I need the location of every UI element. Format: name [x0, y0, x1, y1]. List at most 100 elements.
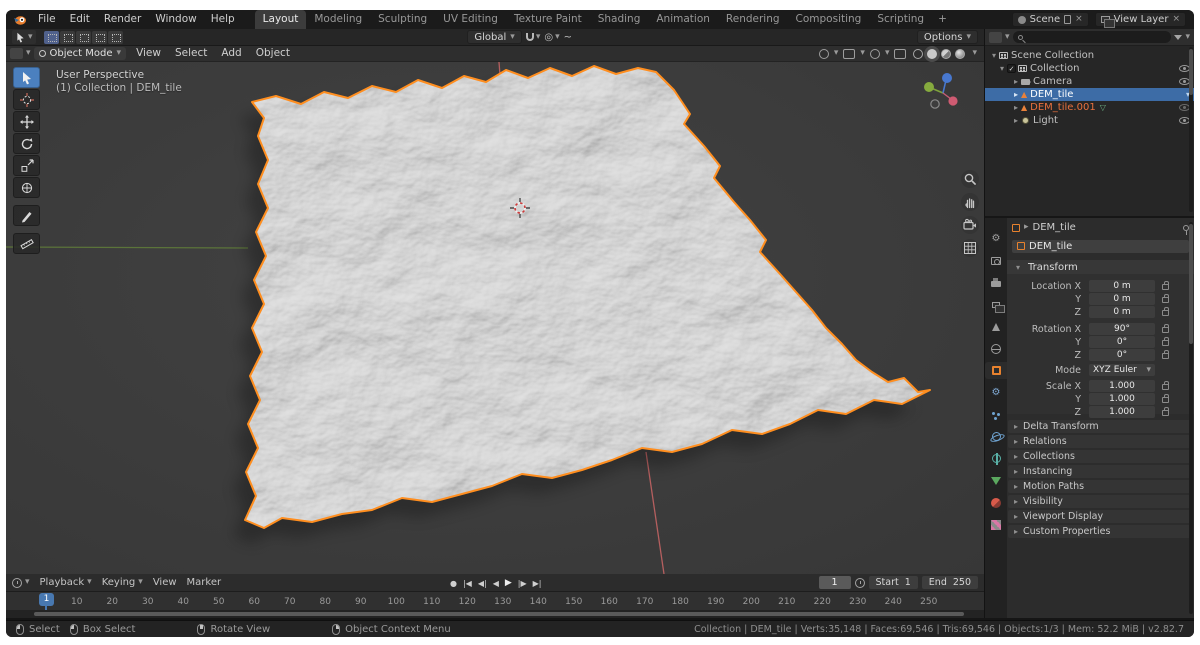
timeline-ruler[interactable]: 1020304050607080901001101201301401501601… [6, 592, 984, 610]
select-box-tool[interactable] [13, 67, 40, 88]
properties-section-header[interactable]: ▸ Visibility [1008, 495, 1193, 508]
props-tab-output[interactable] [985, 274, 1007, 291]
remove-view-layer-icon[interactable]: × [1172, 15, 1180, 24]
outliner-editor-icon[interactable] [989, 32, 1002, 43]
editor-type-icon[interactable] [10, 48, 23, 59]
select-mode-extend[interactable] [60, 31, 75, 44]
gizmo-x-axis[interactable] [948, 96, 957, 105]
tab-rendering[interactable]: Rendering [718, 10, 788, 29]
menubar-menu-item[interactable]: Help [204, 10, 242, 29]
object-name-field[interactable]: DEM_tile [1012, 240, 1189, 253]
pan-hand-icon[interactable] [961, 193, 979, 211]
lock-rotation-z-icon[interactable] [1162, 353, 1169, 359]
viewport-menu-item[interactable]: Select [168, 44, 214, 63]
props-tab-texture[interactable] [985, 516, 1007, 533]
filter-icon[interactable] [1174, 35, 1182, 40]
rotation-mode-dropdown[interactable]: XYZ Euler ▾ [1089, 364, 1155, 376]
properties-section-header[interactable]: ▸ Custom Properties [1008, 525, 1193, 538]
timeline-editor-icon[interactable]: ▾ [12, 578, 30, 588]
proportional-editing-dropdown[interactable]: ◎ ▾ [544, 32, 559, 43]
annotate-tool[interactable] [13, 205, 40, 226]
props-tab-tool[interactable]: ⚙ [985, 230, 1007, 247]
rotation-z-field[interactable]: 0° [1089, 349, 1155, 361]
menubar-menu-item[interactable]: Edit [63, 10, 97, 29]
current-frame-field[interactable]: 1 [819, 576, 851, 589]
lock-location-z-icon[interactable] [1162, 310, 1169, 316]
props-tab-object-data[interactable] [985, 472, 1007, 489]
orthographic-grid-icon[interactable] [961, 239, 979, 257]
show-overlays-toggle[interactable] [870, 49, 880, 59]
lock-rotation-x-icon[interactable] [1162, 327, 1169, 333]
props-tab-modifiers[interactable]: ⚙ [985, 384, 1007, 401]
measure-tool[interactable] [13, 233, 40, 254]
properties-section-header[interactable]: ▸ Instancing [1008, 465, 1193, 478]
props-tab-constraints[interactable] [985, 450, 1007, 467]
tab-layout[interactable]: Layout [255, 10, 307, 29]
timeline-scrollbar-thumb[interactable] [34, 612, 964, 616]
viewport-menu-item[interactable]: View [129, 44, 168, 63]
props-tab-material[interactable] [985, 494, 1007, 511]
scale-z-field[interactable]: 1.000 [1089, 406, 1155, 418]
shading-wireframe-button[interactable] [913, 49, 923, 59]
tab-shading[interactable]: Shading [590, 10, 649, 29]
outliner-search-input[interactable] [1013, 31, 1172, 43]
lock-rotation-y-icon[interactable] [1162, 340, 1169, 346]
keying-menu[interactable]: Keying▾ [102, 577, 143, 588]
new-scene-icon[interactable] [1064, 15, 1071, 24]
lock-location-x-icon[interactable] [1162, 284, 1169, 290]
collection-checkbox[interactable]: ✓ [1007, 64, 1016, 73]
menubar-menu-item[interactable]: Render [97, 10, 148, 29]
timeline-scrollbar[interactable] [6, 610, 984, 618]
properties-section-header[interactable]: ▸ Viewport Display [1008, 510, 1193, 523]
transform-panel-header[interactable]: ▾ Transform [1007, 260, 1194, 274]
tab-sculpting[interactable]: Sculpting [370, 10, 435, 29]
marker-menu[interactable]: Marker [187, 577, 222, 588]
lock-location-y-icon[interactable] [1162, 297, 1169, 303]
active-tool-dropdown[interactable]: ▾ [12, 30, 36, 44]
prev-keyframe-button[interactable]: ◀| [478, 579, 487, 588]
start-frame-field[interactable]: Start1 [869, 576, 918, 589]
auto-keying-record-icon[interactable]: ● [450, 579, 457, 588]
disclosure-icon[interactable]: ▸ [1011, 103, 1021, 112]
scale-tool[interactable] [13, 155, 40, 176]
scale-y-field[interactable]: 1.000 [1089, 393, 1155, 405]
properties-scrollbar[interactable] [1189, 222, 1193, 614]
viewport-menu-item[interactable]: Object [249, 44, 297, 63]
tab-uv-editing[interactable]: UV Editing [435, 10, 506, 29]
play-button[interactable]: ▶ [505, 578, 512, 588]
lock-scale-x-icon[interactable] [1162, 384, 1169, 390]
zoom-icon[interactable] [961, 170, 979, 188]
tab-modeling[interactable]: Modeling [306, 10, 370, 29]
view-menu[interactable]: View [153, 577, 177, 588]
unlink-scene-icon[interactable]: × [1075, 15, 1083, 24]
props-tab-scene[interactable] [985, 318, 1007, 335]
lock-scale-z-icon[interactable] [1162, 410, 1169, 416]
outliner-row-camera[interactable]: ▸ Camera [985, 75, 1194, 88]
gizmo-y-axis[interactable] [924, 82, 934, 92]
outliner-row-light[interactable]: ▸ Light [985, 114, 1194, 127]
location-z-field[interactable]: 0 m [1089, 306, 1155, 318]
navigation-gizmo[interactable] [920, 70, 966, 116]
props-tab-particles[interactable] [985, 406, 1007, 423]
select-mode-intersect[interactable] [108, 31, 123, 44]
current-frame-playhead[interactable]: 1 [39, 593, 54, 606]
lock-scale-y-icon[interactable] [1162, 397, 1169, 403]
tab-animation[interactable]: Animation [648, 10, 718, 29]
select-mode-subtract[interactable] [76, 31, 91, 44]
dem-tile-mesh[interactable] [245, 66, 930, 528]
transform-tool[interactable] [13, 177, 40, 198]
properties-section-header[interactable]: ▸ Relations [1008, 435, 1193, 448]
blender-logo-icon[interactable] [12, 13, 28, 27]
play-reverse-button[interactable]: ◀ [493, 579, 499, 588]
show-gizmos-toggle[interactable] [843, 49, 855, 59]
menubar-menu-item[interactable]: Window [148, 10, 203, 29]
camera-view-icon[interactable] [961, 216, 979, 234]
jump-to-end-button[interactable]: ▶| [533, 579, 542, 588]
playback-menu[interactable]: Playback▾ [40, 577, 92, 588]
falloff-toggle[interactable]: ~ [564, 32, 572, 43]
add-workspace-button[interactable]: + [932, 10, 953, 29]
props-tab-physics[interactable] [985, 428, 1007, 445]
props-tab-object[interactable] [985, 362, 1007, 379]
keying-set-icon[interactable] [855, 578, 865, 588]
interaction-mode-dropdown[interactable]: Object Mode ▾ [34, 47, 127, 60]
